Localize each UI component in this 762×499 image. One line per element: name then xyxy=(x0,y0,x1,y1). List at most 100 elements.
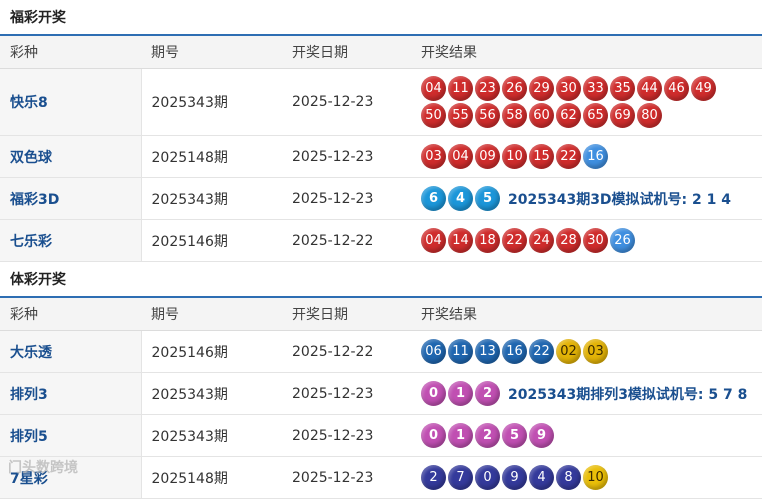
table-header-row: 彩种 期号 开奖日期 开奖结果 xyxy=(0,298,762,331)
lottery-ball: 03 xyxy=(583,339,608,364)
lottery-ball: 1 xyxy=(448,423,473,448)
lottery-ball: 9 xyxy=(502,465,527,490)
lottery-ball: 03 xyxy=(421,144,446,169)
date-cell: 2025-12-23 xyxy=(282,68,411,136)
lottery-link-ssq[interactable]: 双色球 xyxy=(10,150,52,166)
lottery-ball: 58 xyxy=(502,103,527,128)
issue-cell: 2025146期 xyxy=(141,219,282,262)
lottery-ball: 24 xyxy=(529,228,554,253)
lottery-ball: 55 xyxy=(448,103,473,128)
col-header-date: 开奖日期 xyxy=(282,298,411,331)
lottery-link-dlt[interactable]: 大乐透 xyxy=(10,345,52,361)
lottery-ball: 65 xyxy=(583,103,608,128)
lottery-link-kl8[interactable]: 快乐8 xyxy=(10,95,48,111)
lottery-ball: 4 xyxy=(529,465,554,490)
lottery-ball: 2 xyxy=(475,423,500,448)
issue-cell: 2025146期 xyxy=(141,330,282,373)
date-cell: 2025-12-23 xyxy=(282,177,411,220)
ticai-section: 体彩开奖 彩种 期号 开奖日期 开奖结果 大乐透 2025146期 2025-1… xyxy=(0,262,762,499)
result-balls-ssq: 03 04 09 10 15 22 16 xyxy=(421,144,721,169)
table-row-pl5: 排列5 2025343期 2025-12-23 01259 xyxy=(0,414,762,457)
lottery-ball: 16 xyxy=(583,144,608,169)
table-header-row: 彩种 期号 开奖日期 开奖结果 xyxy=(0,36,762,69)
lottery-ball: 11 xyxy=(448,339,473,364)
issue-cell: 2025343期 xyxy=(141,414,282,457)
lottery-ball: 35 xyxy=(610,76,635,101)
lottery-ball: 28 xyxy=(556,228,581,253)
lottery-ball: 22 xyxy=(556,144,581,169)
lottery-ball: 04 xyxy=(421,228,446,253)
date-cell: 2025-12-23 xyxy=(282,135,411,178)
lottery-ball: 18 xyxy=(475,228,500,253)
lottery-link-pl3[interactable]: 排列3 xyxy=(10,387,48,403)
table-row-ssq: 双色球 2025148期 2025-12-23 03 04 09 10 15 22 16 xyxy=(0,135,762,178)
lottery-ball: 11 xyxy=(448,76,473,101)
ticai-table: 彩种 期号 开奖日期 开奖结果 大乐透 2025146期 2025-12-22 … xyxy=(0,298,762,499)
col-header-date: 开奖日期 xyxy=(282,36,411,69)
date-cell: 2025-12-22 xyxy=(282,330,411,373)
lottery-ball: 16 xyxy=(502,339,527,364)
lottery-ball: 44 xyxy=(637,76,662,101)
result-balls-3d: 6 4 5 2025343期3D模拟试机号: 2 1 4 xyxy=(421,186,761,211)
section-title-fucai: 福彩开奖 xyxy=(0,0,762,36)
lottery-ball: 26 xyxy=(502,76,527,101)
lottery-link-qxc[interactable]: 7星彩 xyxy=(10,471,48,487)
result-balls-pl3: 0 1 2 2025343期排列3模拟试机号: 5 7 8 xyxy=(421,381,761,406)
lottery-ball: 5 xyxy=(502,423,527,448)
lottery-link-pl5[interactable]: 排列5 xyxy=(10,429,48,445)
table-row-kl8: 快乐8 2025343期 2025-12-23 04 11 23 26 29 30 33 35… xyxy=(0,68,762,136)
lottery-ball: 04 xyxy=(448,144,473,169)
col-header-result: 开奖结果 xyxy=(411,36,762,69)
trial-number-link[interactable]: 2025343期3D模拟试机号: 2 1 4 xyxy=(508,189,731,209)
col-header-type: 彩种 xyxy=(0,298,141,331)
lottery-ball: 22 xyxy=(502,228,527,253)
lottery-ball: 30 xyxy=(583,228,608,253)
issue-cell: 2025343期 xyxy=(141,372,282,415)
result-balls-pl5: 01259 xyxy=(421,423,721,448)
lottery-ball: 0 xyxy=(421,423,446,448)
table-row-qlc: 七乐彩 2025146期 2025-12-22 04 14 18 22 24 28 30 26 xyxy=(0,219,762,262)
lottery-ball: 62 xyxy=(556,103,581,128)
lottery-link-qlc[interactable]: 七乐彩 xyxy=(10,234,52,250)
date-cell: 2025-12-22 xyxy=(282,219,411,262)
lottery-ball: 2 xyxy=(421,465,446,490)
fucai-table: 彩种 期号 开奖日期 开奖结果 快乐8 2025343期 2025-12-23 … xyxy=(0,36,762,262)
lottery-ball: 22 xyxy=(529,339,554,364)
lottery-ball: 09 xyxy=(475,144,500,169)
issue-cell: 2025148期 xyxy=(141,135,282,178)
date-cell: 2025-12-23 xyxy=(282,456,411,499)
lottery-ball: 26 xyxy=(610,228,635,253)
lottery-ball: 33 xyxy=(583,76,608,101)
lottery-ball: 60 xyxy=(529,103,554,128)
lottery-link-3d[interactable]: 福彩3D xyxy=(10,192,59,208)
col-header-result: 开奖结果 xyxy=(411,298,762,331)
table-row-qxc: 7星彩 2025148期 2025-12-23 2 7 0 9 4 8 10 xyxy=(0,456,762,499)
lottery-ball: 56 xyxy=(475,103,500,128)
result-balls-qxc: 2 7 0 9 4 8 10 xyxy=(421,465,721,490)
col-header-type: 彩种 xyxy=(0,36,141,69)
lottery-ball: 6 xyxy=(421,186,446,211)
lottery-ball: 15 xyxy=(529,144,554,169)
issue-cell: 2025343期 xyxy=(141,68,282,136)
lottery-ball: 02 xyxy=(556,339,581,364)
lottery-ball: 10 xyxy=(583,465,608,490)
issue-cell: 2025343期 xyxy=(141,177,282,220)
date-cell: 2025-12-23 xyxy=(282,414,411,457)
lottery-ball: 0 xyxy=(421,381,446,406)
lottery-ball: 5 xyxy=(475,186,500,211)
table-row-pl3: 排列3 2025343期 2025-12-23 0 1 2 2025343期排列3模拟… xyxy=(0,372,762,415)
trial-number-link[interactable]: 2025343期排列3模拟试机号: 5 7 8 xyxy=(508,384,747,404)
col-header-issue: 期号 xyxy=(141,298,282,331)
table-row-dlt: 大乐透 2025146期 2025-12-22 06 11 13 16 22 02 03 xyxy=(0,330,762,373)
lottery-ball: 7 xyxy=(448,465,473,490)
fucai-section: 福彩开奖 彩种 期号 开奖日期 开奖结果 快乐8 2025343期 2025-1… xyxy=(0,0,762,262)
result-balls-kl8: 04 11 23 26 29 30 33 35 44 46 49 50 55 56 58 60 62 65 69 80 xyxy=(421,76,721,128)
lottery-ball: 14 xyxy=(448,228,473,253)
lottery-ball: 06 xyxy=(421,339,446,364)
section-title-ticai: 体彩开奖 xyxy=(0,262,762,298)
lottery-ball: 46 xyxy=(664,76,689,101)
lottery-ball: 2 xyxy=(475,381,500,406)
lottery-ball: 23 xyxy=(475,76,500,101)
lottery-ball: 1 xyxy=(448,381,473,406)
lottery-ball: 4 xyxy=(448,186,473,211)
